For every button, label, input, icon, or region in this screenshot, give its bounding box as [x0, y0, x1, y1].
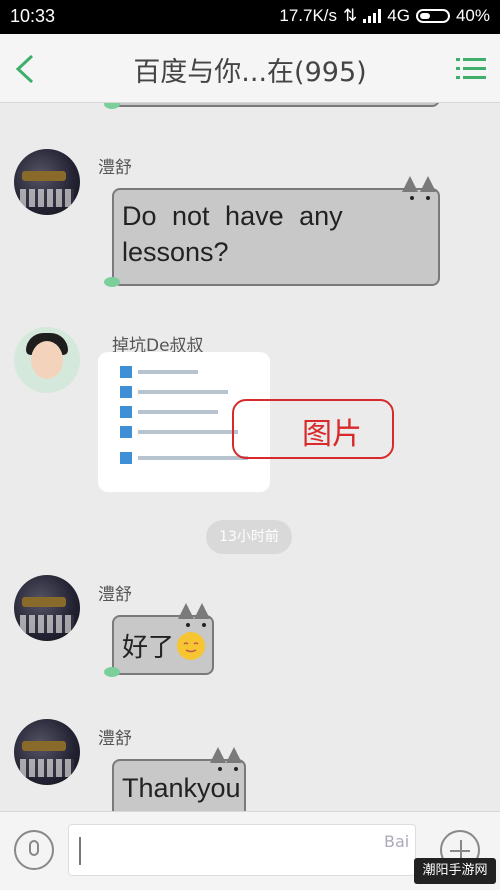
file-icon [120, 366, 132, 378]
previous-message-bubble[interactable] [112, 103, 440, 107]
message-bubble[interactable]: Do not have any lessons? [112, 176, 440, 286]
status-bar: 10:33 17.7K/s ⇅ 4G 40% [0, 0, 500, 34]
message-text: Thankyou [122, 773, 241, 803]
cat-eye-icon [186, 623, 190, 627]
cat-eye-icon [410, 196, 414, 200]
menu-button[interactable] [456, 56, 486, 82]
avatar-face [31, 341, 63, 379]
baidu-watermark: Bai [384, 832, 410, 851]
list-icon [456, 58, 486, 79]
battery-level: 40% [455, 6, 490, 25]
text-cursor [79, 837, 81, 865]
network-speed: 17.7K/s [279, 6, 338, 25]
battery-icon [415, 9, 450, 23]
leaf-decoration-icon [104, 277, 120, 287]
file-list-row [120, 426, 248, 438]
voice-button[interactable] [14, 830, 54, 870]
avatar[interactable] [14, 327, 80, 393]
status-right: 17.7K/s ⇅ 4G 40% [279, 6, 490, 26]
cat-eye-icon [426, 196, 430, 200]
avatar[interactable] [14, 149, 80, 215]
avatar[interactable] [14, 719, 80, 785]
cat-ear-icon [402, 176, 418, 192]
avatar[interactable] [14, 575, 80, 641]
cat-ear-icon [210, 747, 226, 763]
file-list-row [120, 386, 248, 398]
file-list-row [120, 406, 248, 418]
signal-icon [363, 9, 382, 23]
message-bubble[interactable]: 好了 [112, 603, 214, 675]
file-icon [120, 426, 132, 438]
leaf-decoration-icon [104, 103, 120, 109]
data-transfer-icon: ⇅ [343, 6, 358, 25]
file-list-row [120, 452, 248, 464]
message-input[interactable] [68, 824, 416, 876]
file-icon [120, 406, 132, 418]
site-watermark: 潮阳手游网 [414, 858, 496, 884]
cat-eye-icon [202, 623, 206, 627]
back-button[interactable] [12, 52, 42, 86]
file-icon [120, 452, 132, 464]
message-bubble[interactable]: Thankyou [112, 747, 246, 811]
annotation-label: 图片 [302, 417, 362, 452]
cat-ear-icon [420, 176, 436, 192]
cat-ear-icon [178, 603, 194, 619]
microphone-icon [29, 840, 39, 856]
cat-ear-icon [226, 747, 242, 763]
chevron-left-icon [15, 54, 34, 84]
title-bar: 百度与你...在(995) [0, 34, 500, 103]
chat-area[interactable]: 澧舒 Do not have any lessons? 掉坑De叔叔 图片 13… [0, 103, 500, 811]
network-type: 4G [387, 6, 410, 25]
sender-name: 澧舒 [98, 729, 132, 749]
chat-title: 百度与你...在(995) [133, 57, 367, 88]
message-text: 好了 [122, 632, 175, 662]
cat-eye-icon [234, 767, 238, 771]
sender-name: 澧舒 [98, 585, 132, 605]
clock: 10:33 [10, 6, 56, 26]
cat-ear-icon [194, 603, 210, 619]
smiley-emoji-icon [177, 632, 205, 660]
sender-name: 澧舒 [98, 158, 132, 178]
annotation-box: 图片 [232, 399, 394, 459]
leaf-decoration-icon [104, 667, 120, 677]
file-icon [120, 386, 132, 398]
timestamp-badge: 13小时前 [206, 520, 292, 554]
file-list-row [120, 366, 248, 378]
message-text: Do not have any lessons? [122, 201, 343, 267]
cat-eye-icon [218, 767, 222, 771]
